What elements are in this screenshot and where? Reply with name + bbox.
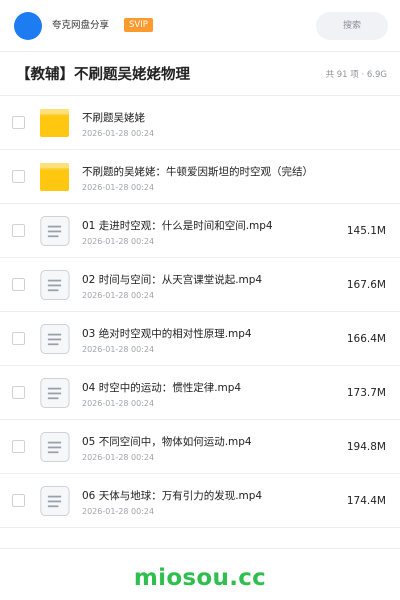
file-name: 01 走进时空观：什么是时间和空间.mp4	[82, 220, 273, 232]
file-row[interactable]: 01 走进时空观：什么是时间和空间.mp4 2026-01-28 00:24 145…	[0, 204, 400, 258]
search-input[interactable]: 搜索	[316, 12, 388, 40]
file-name: 06 天体与地球：万有引力的发现.mp4	[82, 490, 263, 502]
row-checkbox[interactable]	[12, 494, 25, 507]
file-row[interactable]: 02 时间与空间：从天宫课堂说起.mp4 2026-01-28 00:24 167.…	[0, 258, 400, 312]
file-date: 2026-01-28 00:24	[82, 183, 155, 192]
folder-icon	[38, 162, 71, 192]
file-row[interactable]: 06 天体与地球：万有引力的发现.mp4 2026-01-28 00:24 174.…	[0, 474, 400, 528]
file-row[interactable]: 不刷题的吴姥姥：牛顿爱因斯坦的时空观（完结） 2026-01-28 00:24	[0, 150, 400, 204]
file-date: 2026-01-28 00:24	[82, 237, 155, 246]
item-count-info: 共 91 项 · 6.9G	[325, 70, 387, 80]
file-row[interactable]: 03 绝对时空观中的相对性原理.mp4 2026-01-28 00:24 166.4…	[0, 312, 400, 366]
folder-title-bar: 【教辅】不刷题吴姥姥物理 共 91 项 · 6.9G	[0, 52, 400, 96]
file-name: 02 时间与空间：从天宫课堂说起.mp4	[82, 274, 263, 286]
svip-badge: SVIP	[124, 18, 153, 32]
row-checkbox[interactable]	[12, 116, 25, 129]
row-checkbox[interactable]	[12, 170, 25, 183]
document-icon	[38, 270, 71, 300]
file-date: 2026-01-28 00:24	[82, 399, 155, 408]
footer: miosou.cc	[0, 548, 400, 600]
file-size: 174.4M	[346, 495, 386, 507]
row-checkbox[interactable]	[12, 386, 25, 399]
file-size: 145.1M	[346, 225, 386, 237]
file-name: 04 时空中的运动：惯性定律.mp4	[82, 382, 242, 394]
file-row[interactable]: 不刷题吴姥姥 2026-01-28 00:24	[0, 96, 400, 150]
file-name: 05 不同空间中，物体如何运动.mp4	[82, 436, 252, 448]
row-checkbox[interactable]	[12, 440, 25, 453]
document-icon	[38, 432, 71, 462]
file-name: 03 绝对时空观中的相对性原理.mp4	[82, 328, 252, 340]
file-size: 167.6M	[346, 279, 386, 291]
row-checkbox[interactable]	[12, 278, 25, 291]
file-date: 2026-01-28 00:24	[82, 129, 155, 138]
app-header: 夸克网盘分享 SVIP 搜索	[0, 0, 400, 52]
site-watermark: miosou.cc	[133, 565, 267, 591]
file-name: 不刷题吴姥姥	[82, 112, 145, 124]
file-date: 2026-01-28 00:24	[82, 453, 155, 462]
row-checkbox[interactable]	[12, 332, 25, 345]
file-row[interactable]: 05 不同空间中，物体如何运动.mp4 2026-01-28 00:24 194.8…	[0, 420, 400, 474]
document-icon	[38, 216, 71, 246]
file-date: 2026-01-28 00:24	[82, 291, 155, 300]
file-size: 194.8M	[346, 441, 386, 453]
folder-icon	[38, 108, 71, 138]
document-icon	[38, 324, 71, 354]
file-row[interactable]: 04 时空中的运动：惯性定律.mp4 2026-01-28 00:24 173.7M	[0, 366, 400, 420]
file-list: 不刷题吴姥姥 2026-01-28 00:24 不刷题的吴姥姥：牛顿爱因斯坦的时空观…	[0, 96, 400, 528]
file-date: 2026-01-28 00:24	[82, 507, 155, 516]
document-icon	[38, 486, 71, 516]
share-owner-name: 夸克网盘分享	[52, 20, 110, 31]
file-size: 173.7M	[346, 387, 386, 399]
row-checkbox[interactable]	[12, 224, 25, 237]
file-size: 166.4M	[346, 333, 386, 345]
avatar[interactable]	[14, 12, 42, 40]
file-name: 不刷题的吴姥姥：牛顿爱因斯坦的时空观（完结）	[82, 166, 313, 178]
page-title: 【教辅】不刷题吴姥姥物理	[16, 67, 190, 83]
file-date: 2026-01-28 00:24	[82, 345, 155, 354]
document-icon	[38, 378, 71, 408]
